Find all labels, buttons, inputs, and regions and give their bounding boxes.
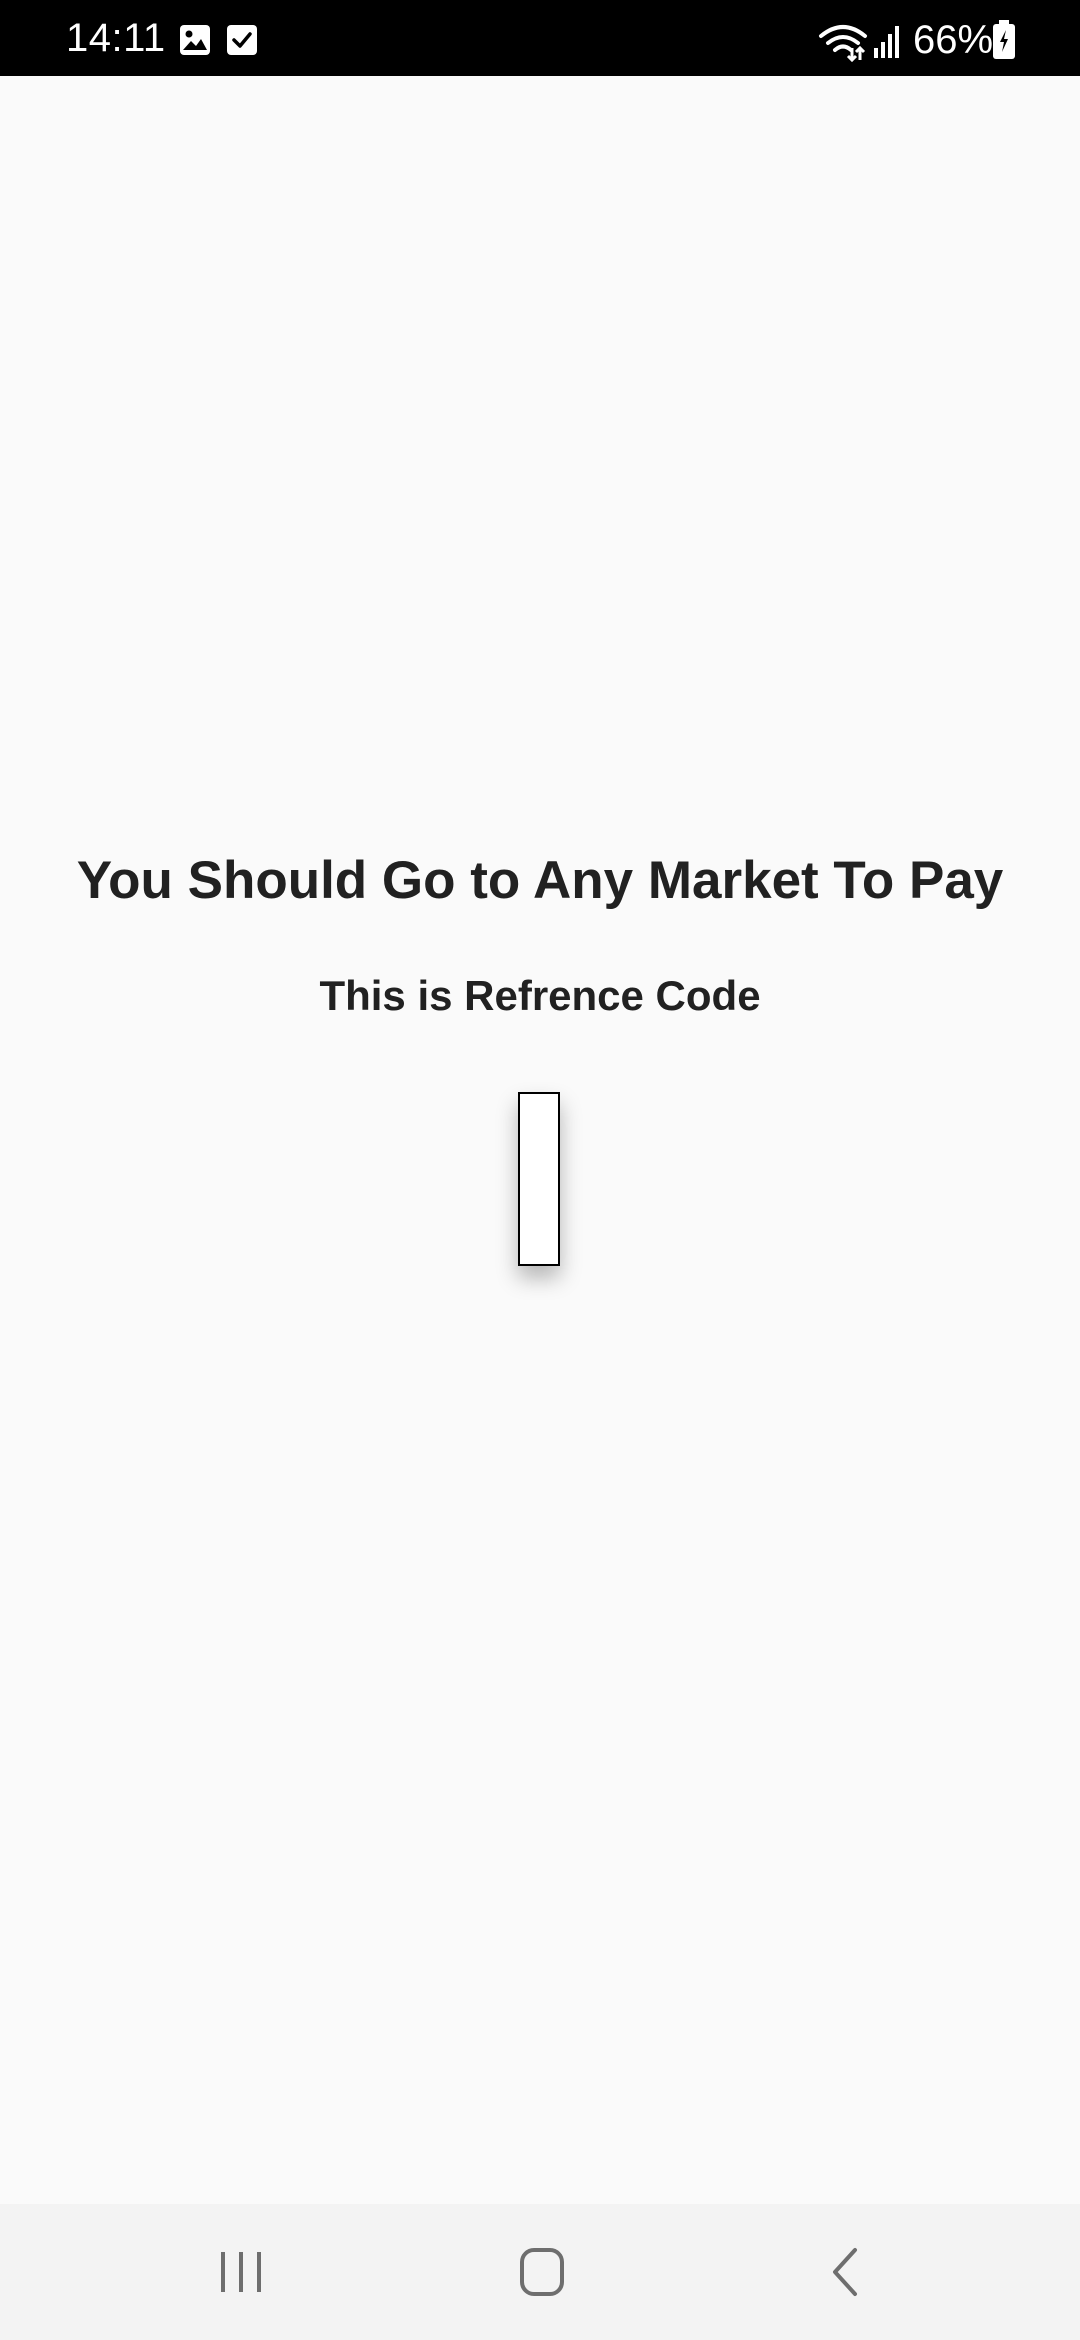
wifi-icon (819, 25, 867, 62)
status-bar: 14:11 66% (0, 0, 1080, 76)
back-icon[interactable] (811, 2242, 881, 2302)
reference-code-label: This is Refrence Code (319, 972, 761, 1019)
battery-percentage: 66% (913, 18, 994, 62)
reference-code-box (518, 1092, 560, 1266)
page-title: You Should Go to Any Market To Pay (76, 851, 1004, 910)
checkbox-icon (227, 25, 257, 55)
navigation-bar (0, 2204, 1080, 2340)
status-time: 14:11 (66, 16, 166, 60)
battery-icon (993, 20, 1015, 59)
signal-icon (874, 26, 899, 58)
recent-apps-icon[interactable] (206, 2242, 276, 2302)
gallery-icon (180, 25, 210, 55)
home-icon[interactable] (507, 2242, 577, 2302)
